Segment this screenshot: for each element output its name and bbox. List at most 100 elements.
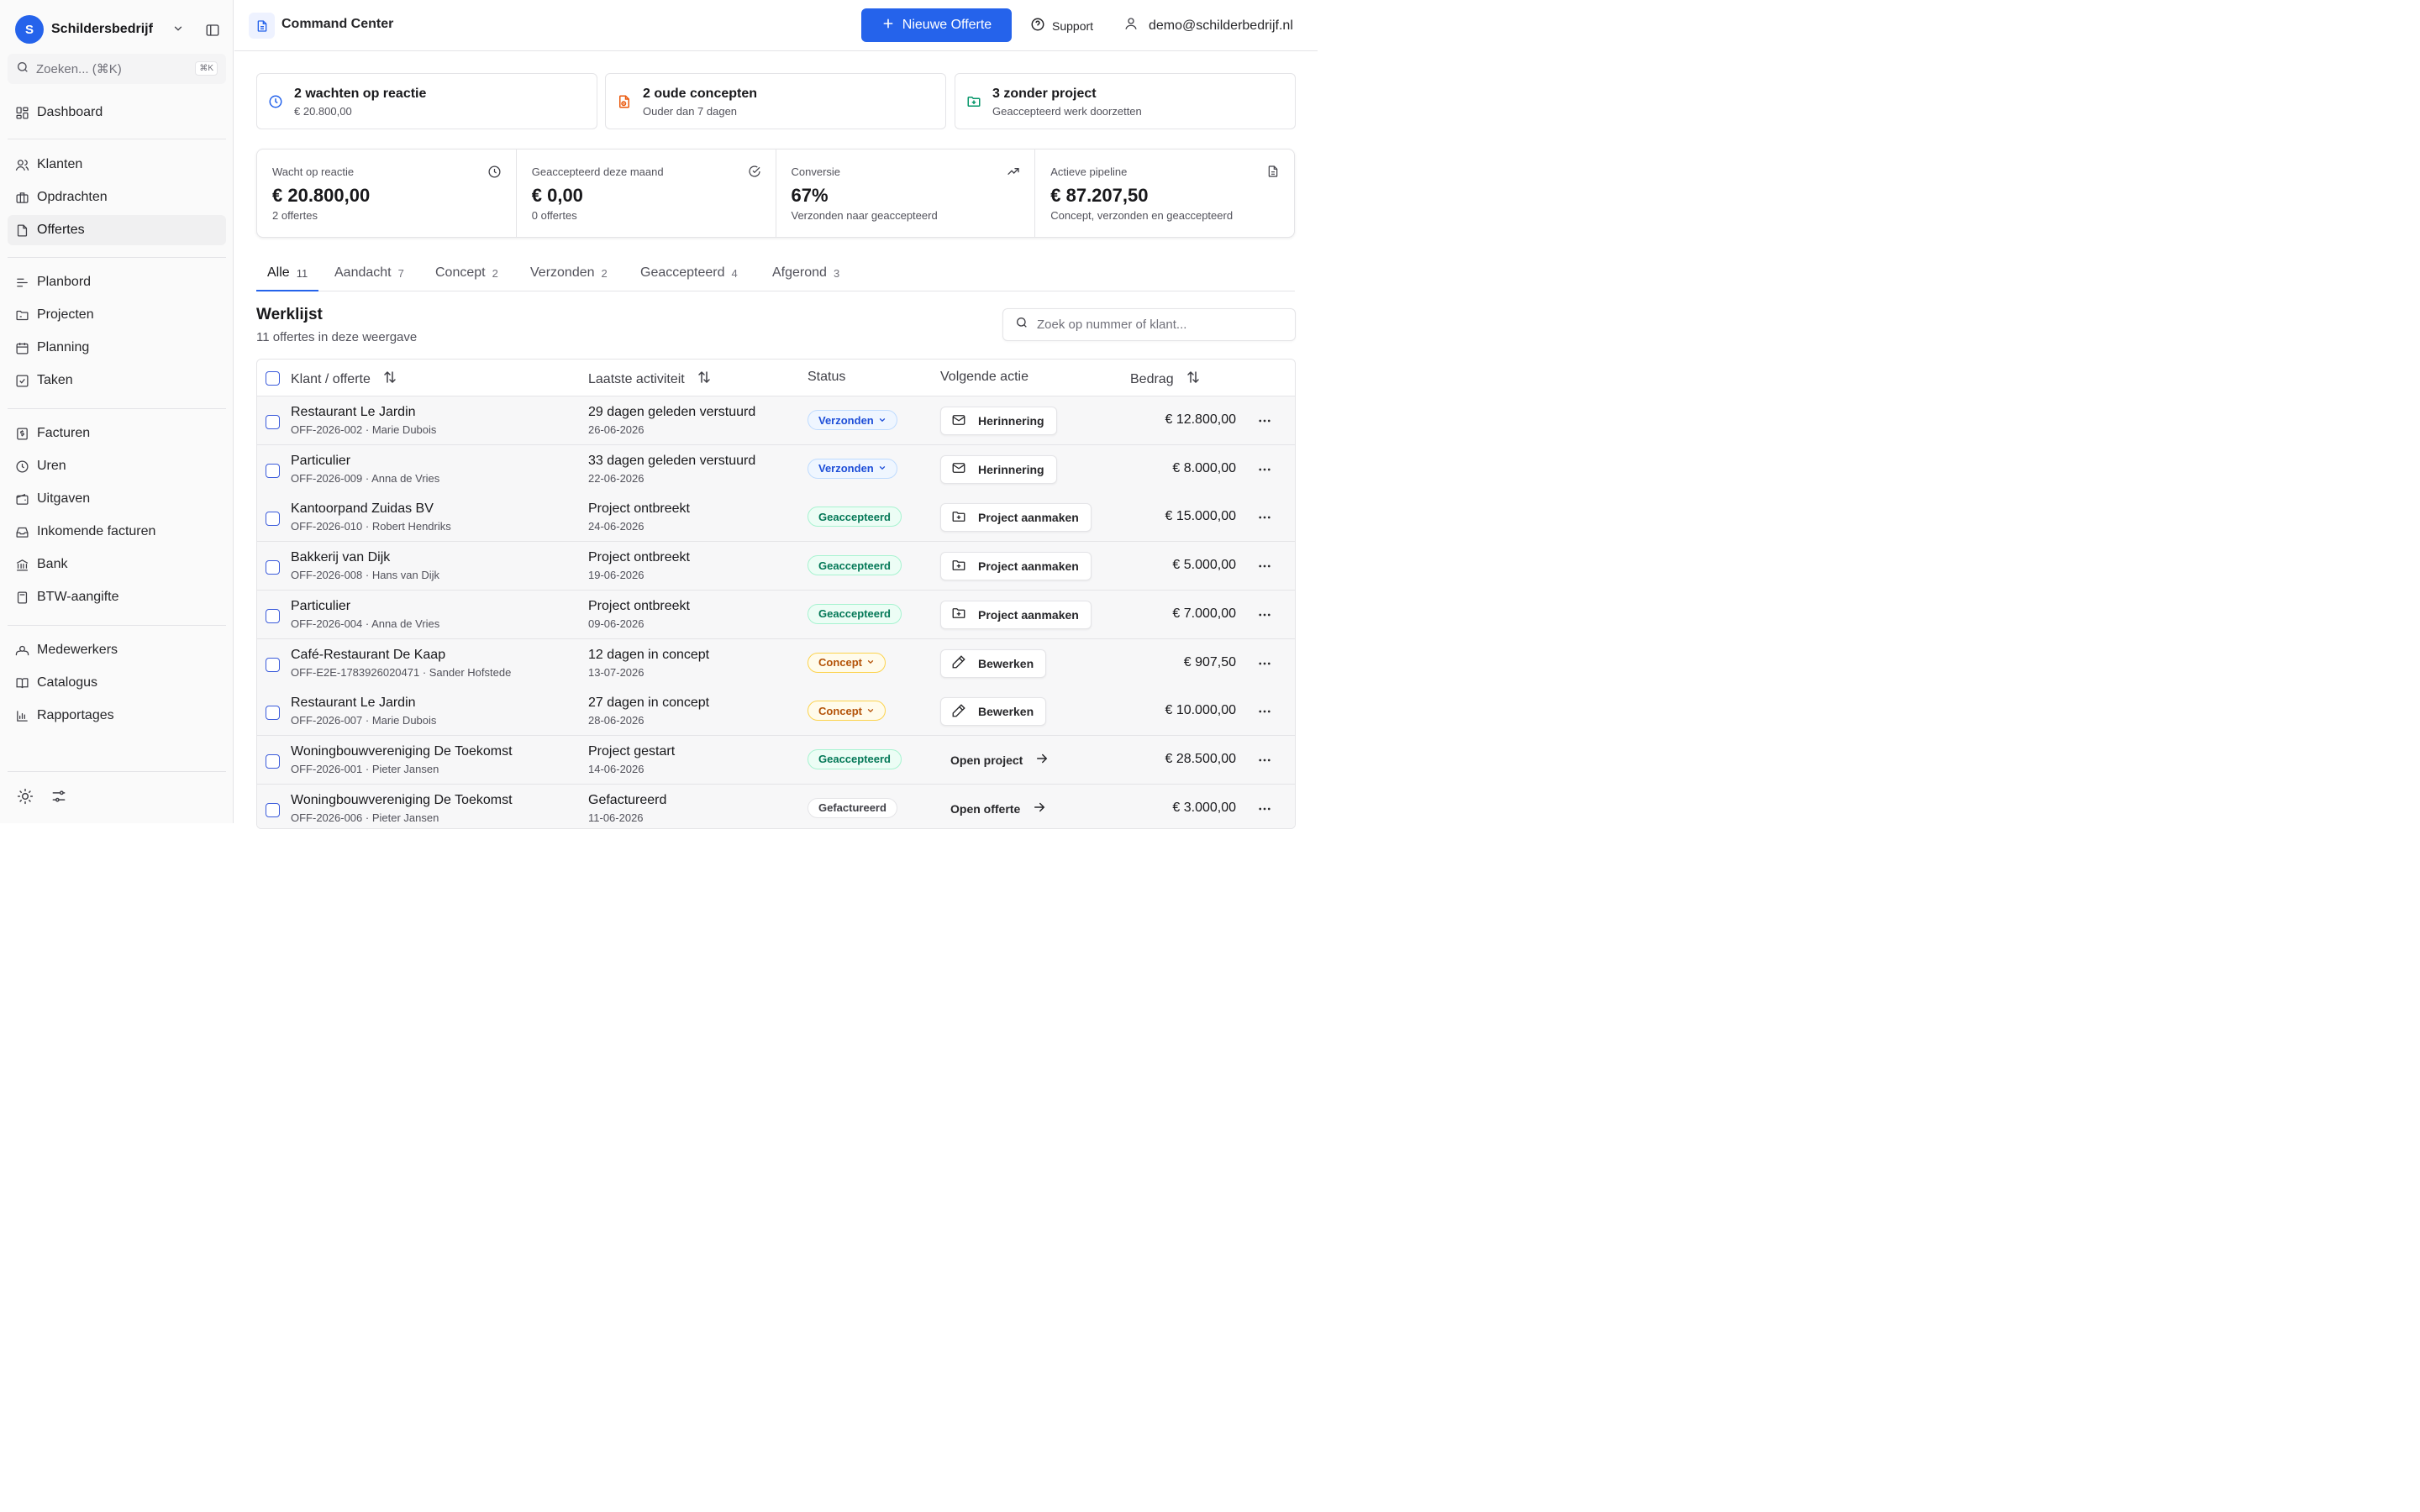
next-action-button[interactable]: Project aanmaken: [940, 503, 1092, 533]
sidebar-item-catalogus[interactable]: Catalogus: [8, 668, 226, 698]
table-row[interactable]: Kantoorpand Zuidas BV OFF-2026-010 · Robe…: [257, 493, 1295, 543]
row-checkbox[interactable]: [266, 657, 280, 672]
tab-aandacht[interactable]: Aandacht 7: [324, 257, 415, 291]
more-icon[interactable]: [1257, 413, 1272, 433]
search-input[interactable]: [1037, 318, 1281, 332]
more-icon[interactable]: [1257, 559, 1272, 578]
tab-verzonden[interactable]: Verzonden 2: [519, 257, 618, 291]
clock-icon: [268, 94, 283, 113]
more-icon[interactable]: [1257, 510, 1272, 529]
worklist-search[interactable]: [1002, 308, 1296, 341]
alert-card[interactable]: 3 zonder project Geaccepteerd werk doorze…: [955, 73, 1296, 129]
customer-name[interactable]: Woningbouwvereniging De Toekomst: [291, 744, 513, 759]
more-icon[interactable]: [1257, 462, 1272, 481]
row-checkbox[interactable]: [266, 706, 280, 721]
sort-icon[interactable]: [1186, 370, 1201, 389]
more-icon[interactable]: [1257, 656, 1272, 675]
status-badge[interactable]: Verzonden: [808, 410, 897, 430]
more-icon[interactable]: [1257, 801, 1272, 821]
tab-alle[interactable]: Alle 11: [256, 257, 319, 291]
alert-card[interactable]: 2 wachten op reactie € 20.800,00: [256, 73, 597, 129]
sidebar-item-projecten[interactable]: Projecten: [8, 300, 226, 330]
table-row[interactable]: Particulier OFF-2026-009 · Anna de Vries 3…: [257, 444, 1295, 494]
customer-name[interactable]: Bakkerij van Dijk: [291, 550, 390, 565]
sort-icon[interactable]: [697, 370, 712, 389]
kpi-subtext: 2 offertes: [272, 209, 318, 222]
sidebar-toggle-icon[interactable]: [205, 23, 220, 42]
more-icon[interactable]: [1257, 753, 1272, 772]
sidebar-item-inkomende-facturen[interactable]: Inkomende facturen: [8, 517, 226, 547]
sidebar-item-planning[interactable]: Planning: [8, 333, 226, 363]
sidebar-item-uitgaven[interactable]: Uitgaven: [8, 484, 226, 514]
more-icon[interactable]: [1257, 607, 1272, 627]
sidebar-item-dashboard[interactable]: Dashboard: [8, 97, 226, 128]
more-icon[interactable]: [1257, 704, 1272, 723]
select-all-checkbox[interactable]: [266, 371, 280, 386]
status-badge[interactable]: Verzonden: [808, 458, 897, 479]
next-action-button[interactable]: Herinnering: [940, 454, 1057, 484]
col-customer[interactable]: Klant / offerte: [291, 370, 397, 389]
customer-name[interactable]: Restaurant Le Jardin: [291, 696, 416, 711]
status-badge[interactable]: Concept: [808, 701, 886, 722]
support-link[interactable]: Support: [1030, 17, 1093, 34]
tab-geaccepteerd[interactable]: Geaccepteerd 4: [629, 257, 749, 291]
customer-name[interactable]: Particulier: [291, 454, 350, 469]
customer-name[interactable]: Kantoorpand Zuidas BV: [291, 501, 434, 517]
next-action-button[interactable]: Project aanmaken: [940, 552, 1092, 581]
table-row[interactable]: Restaurant Le Jardin OFF-2026-002 · Marie…: [257, 396, 1295, 445]
col-activity[interactable]: Laatste activiteit: [588, 370, 712, 389]
settings-sliders-icon[interactable]: [50, 788, 67, 809]
row-checkbox[interactable]: [266, 608, 280, 623]
sidebar-item-btw-aangifte[interactable]: BTW-aangifte: [8, 582, 226, 612]
org-switcher[interactable]: S Schildersbedrijf: [15, 14, 225, 45]
sidebar-item-opdrachten[interactable]: Opdrachten: [8, 182, 226, 213]
sidebar-item-bank[interactable]: Bank: [8, 549, 226, 580]
row-checkbox[interactable]: [266, 463, 280, 478]
sidebar-item-klanten[interactable]: Klanten: [8, 150, 226, 180]
status-badge: Geaccepteerd: [808, 603, 902, 624]
tab-concept[interactable]: Concept 2: [424, 257, 509, 291]
sidebar-item-medewerkers[interactable]: Medewerkers: [8, 635, 226, 665]
document-icon: [249, 13, 275, 39]
sidebar-item-offertes[interactable]: Offertes: [8, 215, 226, 245]
next-action-button[interactable]: Herinnering: [940, 407, 1057, 435]
col-amount[interactable]: Bedrag: [1130, 370, 1201, 389]
status-tabs: Alle 11 Aandacht 7 Concept 2 Verzonden 2 Geaccep…: [256, 257, 1295, 291]
tab-afgerond[interactable]: Afgerond 3: [761, 257, 850, 291]
row-checkbox[interactable]: [266, 560, 280, 575]
sidebar-item-planbord[interactable]: Planbord: [8, 267, 226, 297]
row-checkbox[interactable]: [266, 802, 280, 817]
new-quote-button[interactable]: Nieuwe Offerte: [861, 8, 1012, 42]
chevron-down-icon[interactable]: [172, 23, 184, 39]
customer-name[interactable]: Café-Restaurant De Kaap: [291, 648, 445, 663]
next-action-button[interactable]: Bewerken: [940, 697, 1047, 727]
row-checkbox[interactable]: [266, 512, 280, 527]
help-circle-icon: [1030, 17, 1045, 34]
customer-name[interactable]: Particulier: [291, 599, 350, 614]
next-action-button[interactable]: Open project: [940, 746, 1061, 774]
row-checkbox[interactable]: [266, 415, 280, 429]
table-row[interactable]: Woningbouwvereniging De Toekomst OFF-2026…: [257, 735, 1295, 785]
sidebar-item-taken[interactable]: Taken: [8, 365, 226, 396]
sidebar-item-rapportages[interactable]: Rapportages: [8, 701, 226, 731]
status-badge[interactable]: Concept: [808, 652, 886, 673]
table-row[interactable]: Particulier OFF-2026-004 · Anna de Vries P…: [257, 590, 1295, 639]
next-action-button[interactable]: Project aanmaken: [940, 600, 1092, 629]
sidebar-item-facturen[interactable]: Facturen: [8, 418, 226, 449]
customer-name[interactable]: Woningbouwvereniging De Toekomst: [291, 793, 513, 808]
alert-card[interactable]: 2 oude concepten Ouder dan 7 dagen: [605, 73, 946, 129]
user-menu[interactable]: demo@schilderbedrijf.nl: [1123, 16, 1293, 35]
row-checkbox[interactable]: [266, 753, 280, 769]
sidebar-item-uren[interactable]: Uren: [8, 451, 226, 481]
table-row[interactable]: Woningbouwvereniging De Toekomst OFF-2026…: [257, 784, 1295, 828]
sort-icon[interactable]: [382, 370, 397, 389]
theme-sun-icon[interactable]: [17, 788, 34, 809]
next-action-button[interactable]: Open offerte: [940, 795, 1059, 823]
table-row[interactable]: Bakkerij van Dijk OFF-2026-008 · Hans van…: [257, 542, 1295, 591]
table-row[interactable]: Restaurant Le Jardin OFF-2026-007 · Marie…: [257, 687, 1295, 737]
table-row[interactable]: Café-Restaurant De Kaap OFF-E2E-178392602…: [257, 638, 1295, 688]
support-label: Support: [1052, 18, 1094, 33]
customer-name[interactable]: Restaurant Le Jardin: [291, 405, 416, 420]
next-action-button[interactable]: Bewerken: [940, 648, 1047, 678]
sidebar-search[interactable]: Zoeken... (⌘K) ⌘K: [8, 54, 226, 84]
